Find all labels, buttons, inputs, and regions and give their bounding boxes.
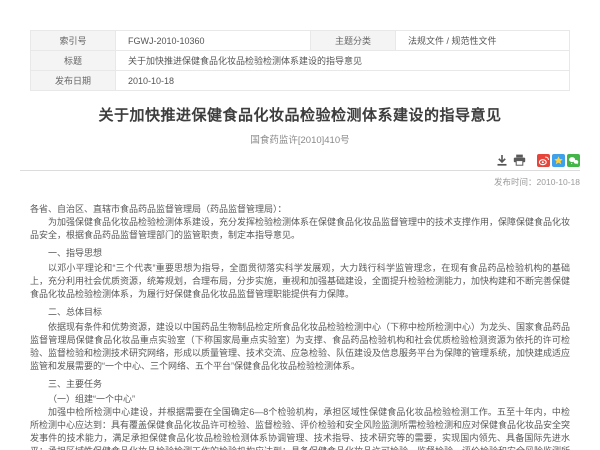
section-heading-2: 二、总体目标 — [30, 306, 570, 319]
table-row: 索引号 FGWJ-2010-10360 主题分类 法规文件 / 规范性文件 — [31, 31, 570, 51]
paragraph-intro: 为加强保健食品化妆品检验检测体系建设，充分发挥检验检测体系在保健食品化妆品监督管… — [30, 216, 570, 242]
weibo-share-icon[interactable] — [537, 154, 550, 167]
meta-label-publish-date: 发布日期 — [31, 71, 116, 91]
share-icon-group — [537, 154, 580, 167]
doc-number: 国食药监许[2010]410号 — [0, 132, 600, 146]
paragraph-main-task: 加强中检所检测中心建设，并根据需要在全国确定6—8个检验机构，承担区域性保健食品… — [30, 406, 570, 450]
table-row: 标题 关于加快推进保健食品化妆品检验检测体系建设的指导意见 — [31, 51, 570, 71]
paragraph-salutation: 各省、自治区、直辖市食品药品监督管理局（药品监督管理局）： — [30, 203, 570, 216]
meta-label-subject-category: 主题分类 — [311, 31, 396, 51]
document-toolbar — [20, 153, 580, 167]
publish-time: 发布时间：2010-10-18 — [20, 176, 580, 188]
publish-time-value: 2010-10-18 — [537, 177, 580, 187]
print-icon[interactable] — [513, 154, 526, 166]
paragraph-guiding-ideology: 以邓小平理论和“三个代表”重要思想为指导，全面贯彻落实科学发展观，大力践行科学监… — [30, 262, 570, 301]
table-row: 发布日期 2010-10-18 — [31, 71, 570, 91]
download-icon[interactable] — [496, 154, 508, 166]
paragraph-overall-goal: 依据现有条件和优势资源，建设以中国药品生物制品检定所食品化妆品检验检测中心（下称… — [30, 321, 570, 373]
meta-label-index-number: 索引号 — [31, 31, 116, 51]
header-divider — [20, 170, 580, 171]
meta-label-title: 标题 — [31, 51, 116, 71]
qzone-share-icon[interactable] — [552, 154, 565, 167]
section-heading-3: 三、主要任务 — [30, 378, 570, 391]
meta-value-index-number: FGWJ-2010-10360 — [116, 31, 311, 51]
subsection-heading-one-center: （一）组建“一个中心” — [30, 393, 570, 406]
section-heading-1: 一、指导思想 — [30, 247, 570, 260]
meta-value-title: 关于加快推进保健食品化妆品检验检测体系建设的指导意见 — [116, 51, 570, 71]
page-title: 关于加快推进保健食品化妆品检验检测体系建设的指导意见 — [0, 104, 600, 125]
document-meta-table: 索引号 FGWJ-2010-10360 主题分类 法规文件 / 规范性文件 标题… — [30, 30, 570, 91]
document-body: 各省、自治区、直辖市食品药品监督管理局（药品监督管理局）： 为加强保健食品化妆品… — [30, 203, 570, 450]
document-page: 索引号 FGWJ-2010-10360 主题分类 法规文件 / 规范性文件 标题… — [0, 0, 600, 450]
meta-value-publish-date: 2010-10-18 — [116, 71, 570, 91]
meta-value-subject-category: 法规文件 / 规范性文件 — [396, 31, 570, 51]
publish-time-label: 发布时间： — [494, 177, 537, 187]
wechat-share-icon[interactable] — [567, 154, 580, 167]
